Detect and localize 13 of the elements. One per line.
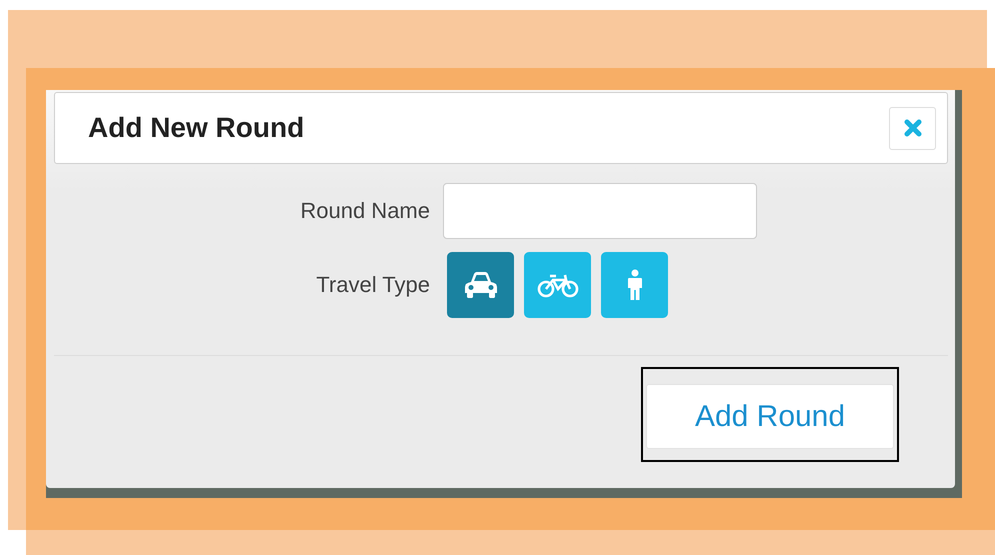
input-field[interactable] xyxy=(443,183,757,239)
travel-type-button[interactable] xyxy=(601,252,668,318)
bicycle-icon xyxy=(536,272,580,298)
field-label: Round Name xyxy=(299,198,431,224)
car-icon xyxy=(464,271,498,299)
close-button[interactable] xyxy=(889,106,936,150)
add-round-button[interactable]: Add Round xyxy=(646,384,894,449)
travel-type-button[interactable] xyxy=(524,252,591,318)
field-label: Travel Type xyxy=(315,272,431,298)
close-icon xyxy=(902,118,922,138)
person-icon xyxy=(626,269,642,301)
travel-type-button[interactable] xyxy=(447,252,514,318)
dialog-title: Add New Round xyxy=(88,112,304,144)
